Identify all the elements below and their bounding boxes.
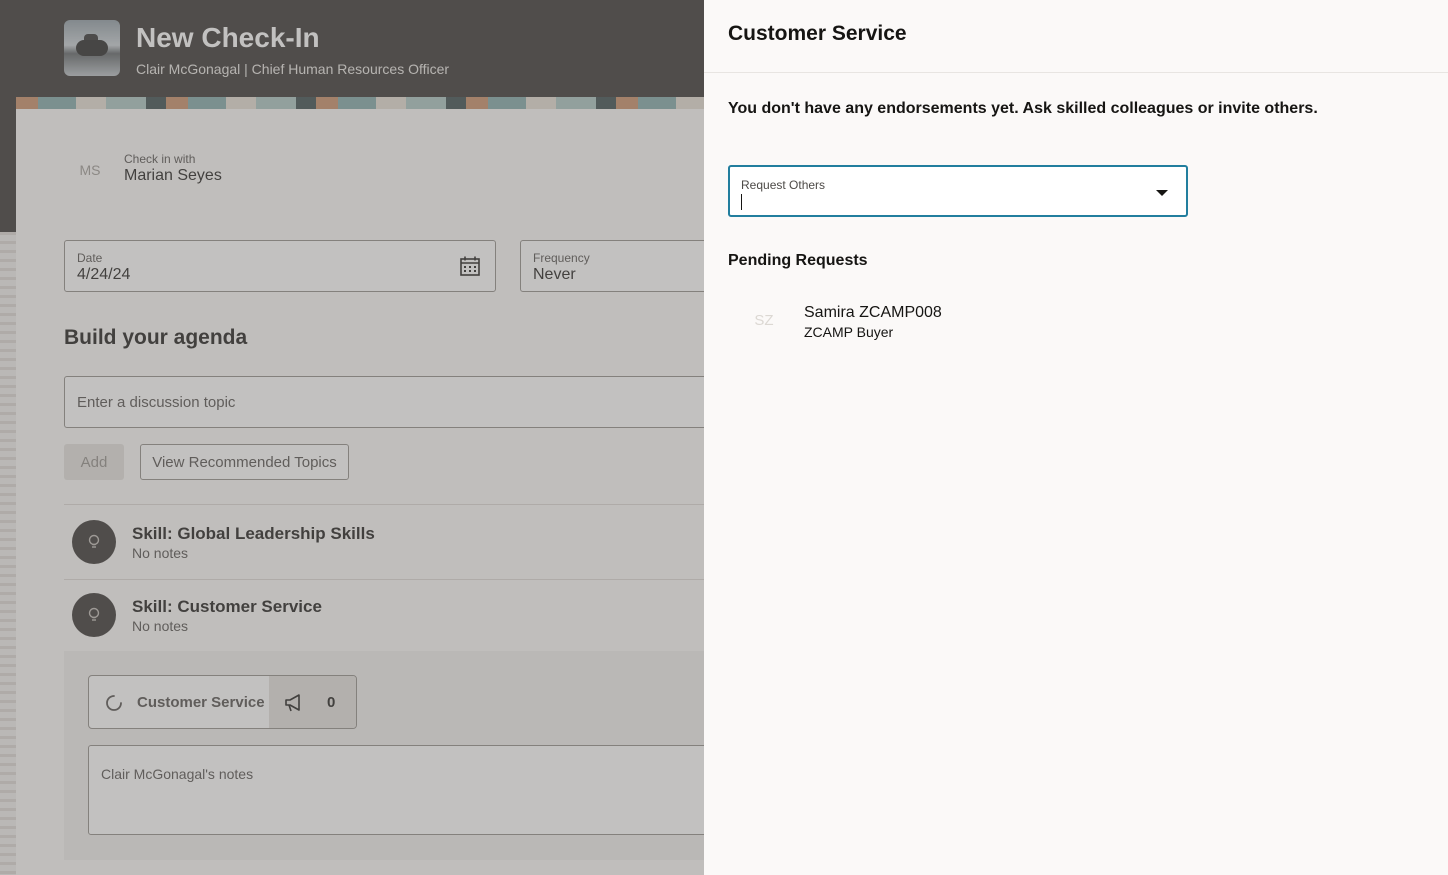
avatar: SZ <box>744 300 784 340</box>
no-endorsements-message: You don't have any endorsements yet. Ask… <box>728 100 1318 117</box>
pending-person-role: ZCAMP Buyer <box>804 324 894 340</box>
request-others-field[interactable]: Request Others <box>728 165 1188 217</box>
endorsement-drawer: Customer Service You don't have any endo… <box>704 0 1448 875</box>
request-others-label: Request Others <box>741 178 826 192</box>
drawer-header: Customer Service <box>704 0 1448 73</box>
pending-person-name: Samira ZCAMP008 <box>804 304 942 321</box>
request-others-input[interactable] <box>744 193 1124 211</box>
chevron-down-icon[interactable] <box>1154 185 1170 201</box>
text-cursor <box>741 194 742 210</box>
drawer-title: Customer Service <box>728 22 907 45</box>
pending-requests-title: Pending Requests <box>728 252 868 269</box>
